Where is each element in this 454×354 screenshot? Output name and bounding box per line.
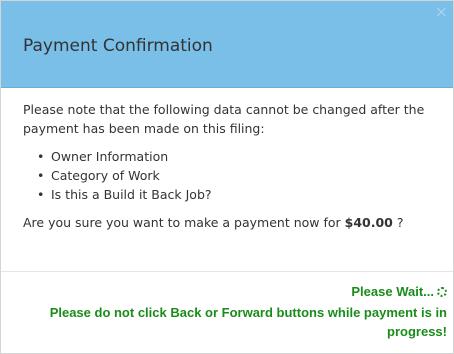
list-item: • Category of Work bbox=[37, 166, 431, 185]
bullet-icon: • bbox=[37, 168, 45, 183]
dialog-header: Payment Confirmation × bbox=[1, 1, 453, 88]
close-icon[interactable]: × bbox=[435, 4, 448, 20]
confirmation-question: Are you sure you want to make a payment … bbox=[23, 213, 431, 232]
locked-fields-list: • Owner Information • Category of Work • Is… bbox=[23, 147, 431, 204]
question-suffix: ? bbox=[392, 215, 404, 230]
footer-divider bbox=[1, 271, 453, 272]
list-item: • Owner Information bbox=[37, 147, 431, 166]
payment-confirmation-dialog: Payment Confirmation × Please note that … bbox=[0, 0, 454, 354]
bullet-icon: • bbox=[37, 149, 45, 164]
payment-amount: $40.00 bbox=[344, 215, 393, 230]
list-item-label: Owner Information bbox=[51, 149, 169, 164]
dialog-body: Please note that the following data cann… bbox=[1, 88, 453, 232]
bullet-icon: • bbox=[37, 187, 45, 202]
question-text: Are you sure you want to make a payment … bbox=[23, 215, 345, 230]
wait-status: Please Wait... bbox=[17, 282, 447, 301]
intro-text: Please note that the following data cann… bbox=[23, 102, 425, 136]
wait-text: Please Wait... bbox=[351, 284, 434, 299]
dialog-footer: Please Wait... Please do not click Back … bbox=[17, 282, 447, 341]
list-item-label: Category of Work bbox=[51, 168, 160, 183]
list-item-label: Is this a Build it Back Job? bbox=[51, 187, 212, 202]
loading-spinner-icon bbox=[437, 287, 447, 297]
progress-warning: Please do not click Back or Forward butt… bbox=[49, 305, 447, 339]
dialog-title: Payment Confirmation bbox=[23, 36, 213, 56]
list-item: • Is this a Build it Back Job? bbox=[37, 185, 431, 204]
